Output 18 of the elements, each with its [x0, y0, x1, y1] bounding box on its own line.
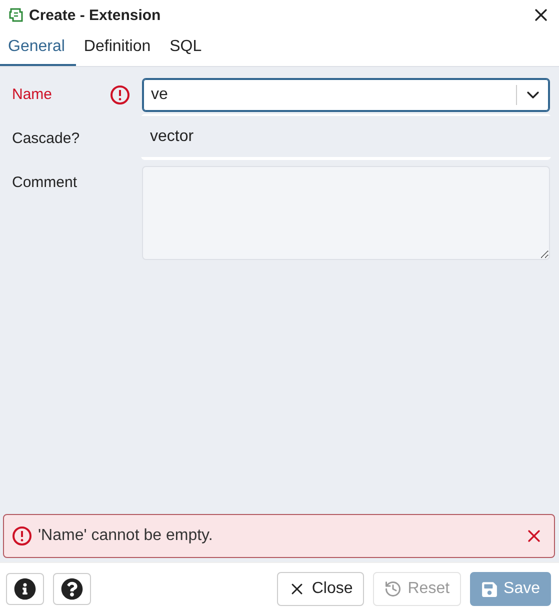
error-icon	[12, 526, 32, 546]
help-button[interactable]	[53, 573, 91, 605]
name-select[interactable]: ve	[142, 78, 550, 112]
extension-icon	[8, 7, 24, 23]
field-label: Cascade?	[12, 129, 81, 149]
tab[interactable]: Definition	[76, 30, 162, 66]
reset-icon	[384, 580, 402, 598]
error-message: 'Name' cannot be empty.	[38, 527, 214, 545]
field-label: Comment	[12, 173, 78, 193]
comment-field[interactable]	[142, 166, 550, 260]
window-title: Create - Extension	[29, 6, 162, 24]
tab[interactable]: SQL	[162, 30, 213, 66]
dropdown-option[interactable]: vector	[141, 116, 551, 157]
save-icon	[480, 580, 498, 598]
info-button[interactable]	[6, 573, 44, 605]
error-icon	[110, 85, 130, 105]
field-label: Name	[12, 85, 54, 105]
close-button[interactable]: Close	[276, 572, 364, 606]
